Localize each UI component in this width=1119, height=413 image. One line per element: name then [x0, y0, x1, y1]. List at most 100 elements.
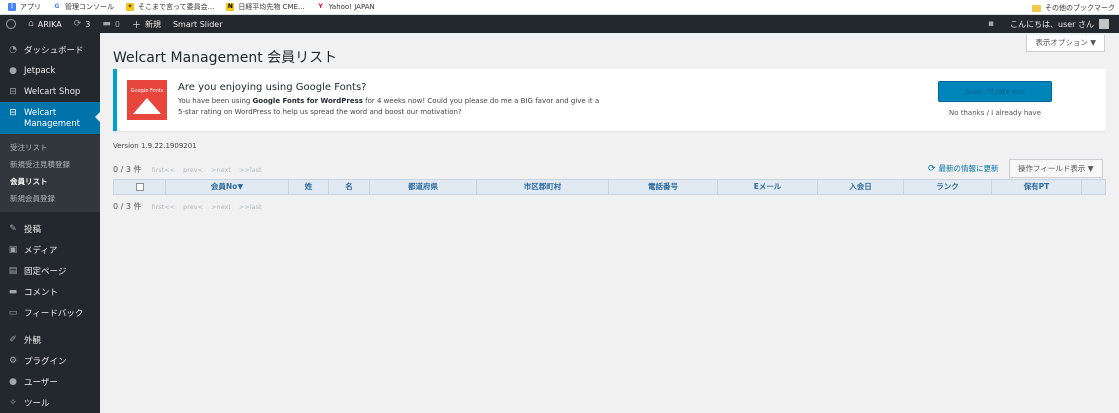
sidebar-item-label: 外観	[24, 335, 42, 346]
refresh-icon: ⟳	[928, 163, 936, 174]
column-join-date[interactable]: 入会日	[818, 180, 904, 194]
new-content-menu[interactable]: ＋ 新規	[126, 15, 167, 33]
other-bookmarks[interactable]: その他のブックマーク	[1032, 3, 1115, 13]
pager-first[interactable]: first<<	[152, 203, 176, 211]
pager-next[interactable]: >next	[211, 203, 231, 211]
site-name: ARIKA	[37, 19, 62, 29]
sidebar-item-media[interactable]: ▣ メディア	[0, 239, 100, 260]
pager-first[interactable]: first<<	[152, 166, 176, 174]
refresh-label: 最新の情報に更新	[938, 164, 999, 173]
mountain-icon	[133, 98, 161, 114]
notification-menu[interactable]: ▪	[982, 15, 1004, 33]
screen-options-button[interactable]: 表示オプション ▼	[1026, 35, 1105, 52]
top-pagination: 0 / 3 件 first<< prev< >next >>last	[113, 164, 262, 175]
smart-slider-menu[interactable]: Smart Slider	[167, 15, 229, 33]
sidebar-item-jetpack[interactable]: ● Jetpack	[0, 60, 100, 81]
submenu-order-list[interactable]: 受注リスト	[0, 139, 100, 156]
sidebar-item-label: 固定ページ	[24, 266, 67, 277]
comment-icon: ▬	[102, 19, 111, 29]
updates-icon: ⟳	[73, 19, 82, 29]
pager-next[interactable]: >next	[211, 166, 231, 174]
site-name-menu[interactable]: ⌂ ARIKA	[22, 15, 68, 33]
smart-slider-label: Smart Slider	[172, 19, 223, 29]
pager-prev[interactable]: prev<	[183, 166, 203, 174]
column-email[interactable]: Eメール	[718, 180, 818, 194]
version-text: Version 1.9.22.1909201	[113, 142, 197, 150]
bookmark-apps[interactable]: ⋮ アプリ	[8, 2, 41, 12]
column-last-name[interactable]: 姓	[289, 180, 329, 194]
sidebar-item-welcart-management[interactable]: ⊟ Welcart Management	[0, 102, 100, 134]
wp-logo-menu[interactable]	[0, 15, 22, 33]
sidebar-item-appearance[interactable]: ✐ 外観	[0, 329, 100, 350]
google-fonts-logo: Google Fonts	[127, 80, 167, 120]
rate-button[interactable]: Sure, I'll rate you	[938, 81, 1052, 102]
pager-prev[interactable]: prev<	[183, 203, 203, 211]
bookmark-label: 日経平均先物 CME...	[238, 3, 305, 11]
sidebar-item-feedback[interactable]: ▭ フィードバック	[0, 302, 100, 323]
cart-icon: ⊟	[9, 86, 17, 97]
admin-sidebar: ◔ ダッシュボード ● Jetpack ⊟ Welcart Shop ⊟ Wel…	[0, 33, 100, 413]
jetpack-icon: ●	[9, 65, 17, 76]
column-phone[interactable]: 電話番号	[609, 180, 718, 194]
pin-icon: ✎	[9, 223, 17, 234]
comments-menu[interactable]: ▬ 0	[96, 15, 126, 33]
page-title: Welcart Management 会員リスト	[113, 50, 338, 66]
updates-count: 3	[85, 19, 91, 29]
operation-fields-button[interactable]: 操作フィールド表示 ▼	[1009, 159, 1103, 178]
plus-icon: ＋	[131, 20, 141, 31]
dismiss-link[interactable]: No thanks / I already have	[938, 109, 1052, 117]
logo-text: Google Fonts	[130, 88, 164, 94]
submenu-member-list[interactable]: 会員リスト	[0, 173, 100, 190]
updates-menu[interactable]: ⟳ 3	[68, 15, 97, 33]
sidebar-item-comments[interactable]: ▬ コメント	[0, 281, 100, 302]
column-rank[interactable]: ランク	[904, 180, 992, 194]
bookmark-soko[interactable]: ✦ そこまで言って委員会...	[126, 2, 214, 12]
column-prefecture[interactable]: 都道府県	[370, 180, 477, 194]
column-first-name[interactable]: 名	[329, 180, 370, 194]
google-fonts-notice: Google Fonts Are you enjoying using Goog…	[113, 69, 1106, 131]
select-all-checkbox[interactable]	[135, 183, 144, 191]
column-checkbox	[114, 180, 166, 194]
submenu-new-member[interactable]: 新規会員登録	[0, 190, 100, 207]
sidebar-item-label: Welcart Shop	[24, 86, 81, 97]
bookmark-yahoo[interactable]: Y Yahoo! JAPAN	[316, 3, 375, 11]
sidebar-item-welcart-shop[interactable]: ⊟ Welcart Shop	[0, 81, 100, 102]
sidebar-item-label: Jetpack	[24, 65, 56, 76]
sidebar-item-plugins[interactable]: ⚙ プラグイン	[0, 350, 100, 371]
sidebar-item-tools[interactable]: ✧ ツール	[0, 392, 100, 413]
yahoo-icon: Y	[316, 3, 325, 11]
sidebar-item-label: コメント	[24, 287, 59, 298]
pager-last[interactable]: >>last	[239, 166, 262, 174]
sidebar-item-dashboard[interactable]: ◔ ダッシュボード	[0, 39, 100, 60]
refresh-link[interactable]: ⟳ 最新の情報に更新	[928, 163, 999, 174]
feedback-icon: ▭	[8, 307, 18, 318]
column-member-no[interactable]: 会員No▼	[166, 180, 289, 194]
sidebar-item-label: 投稿	[24, 224, 42, 235]
comments-count: 0	[114, 19, 120, 29]
plugin-icon: ⚙	[8, 355, 18, 366]
home-icon: ⌂	[28, 19, 34, 29]
bookmark-nikkei[interactable]: N 日経平均先物 CME...	[226, 2, 305, 12]
sidebar-item-users[interactable]: ● ユーザー	[0, 371, 100, 392]
bookmark-admin-console[interactable]: G 管理コンソール	[53, 2, 114, 12]
my-account-menu[interactable]: こんにちは、user さん	[1004, 15, 1115, 33]
bookmark-label: そこまで言って委員会...	[138, 3, 215, 11]
wrench-icon: ✧	[9, 397, 17, 408]
brush-icon: ✐	[9, 334, 17, 345]
column-points[interactable]: 保有PT	[992, 180, 1082, 194]
sidebar-item-pages[interactable]: ▤ 固定ページ	[0, 260, 100, 281]
greeting: こんにちは、user さん	[1010, 19, 1094, 29]
bookmark-label: 管理コンソール	[65, 3, 114, 11]
dashboard-icon: ◔	[9, 44, 17, 55]
folder-icon	[1032, 4, 1041, 12]
pager-last[interactable]: >>last	[239, 203, 262, 211]
bookmark-label: Yahoo! JAPAN	[328, 3, 375, 11]
member-table-header: 会員No▼ 姓 名 都道府県 市区郡町村 電話番号 Eメール 入会日 ランク 保…	[113, 179, 1106, 195]
record-count: 0 / 3 件	[113, 165, 142, 174]
submenu-new-order[interactable]: 新規受注見積登録	[0, 156, 100, 173]
nk-icon: N	[226, 3, 235, 11]
sidebar-item-posts[interactable]: ✎ 投稿	[0, 218, 100, 239]
column-city[interactable]: 市区郡町村	[477, 180, 609, 194]
notice-body-text: You have been using	[178, 97, 253, 105]
yellow-site-icon: ✦	[126, 3, 134, 11]
